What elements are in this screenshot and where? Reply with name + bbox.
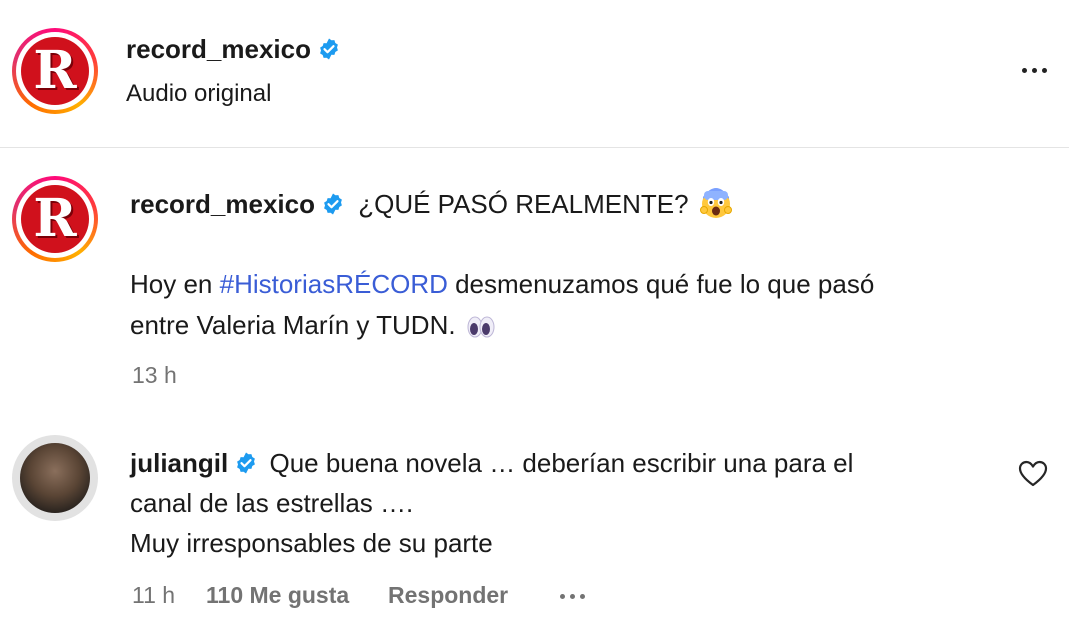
caption-avatar[interactable]: R [12,176,98,262]
comment-likes-count[interactable]: 110 Me gusta [206,582,349,609]
commenter-photo [20,443,90,513]
caption-title-row: record_mexico ¿QUÉ PASÓ REALMENTE? [130,184,733,225]
caption-line-1: Hoy en #HistoriasRÉCORD desmenuzamos qué… [130,264,874,305]
verified-badge-icon [324,193,342,215]
eyes-emoji [467,316,495,338]
verified-badge-icon [237,452,256,474]
more-horizontal-icon [560,593,565,599]
header-username-row: record_mexico [126,34,341,65]
screaming-face-emoji [699,188,732,218]
more-dot [570,593,575,599]
heart-icon[interactable] [1018,460,1048,488]
caption-line-2: entre Valeria Marín y TUDN. [130,305,496,346]
caption-text-before: Hoy en [130,269,220,299]
commenter-avatar[interactable] [12,435,98,521]
reply-button[interactable]: Responder [388,582,508,609]
caption-text-after: desmenuzamos qué fue lo que pasó [447,269,875,299]
record-logo-letter: R [33,188,77,249]
comment-timestamp[interactable]: 11 h [132,582,175,609]
caption-text-line2: entre Valeria Marín y TUDN. [130,310,456,340]
header-avatar[interactable]: R [12,28,98,114]
comment-line-1: juliangil Que buena novela … deberían es… [130,443,853,484]
more-horizontal-icon [1021,67,1027,73]
more-dot [1031,67,1037,73]
caption-username[interactable]: record_mexico [130,189,315,219]
record-logo-letter: R [33,40,77,101]
hashtag-link[interactable]: #HistoriasRÉCORD [220,269,448,299]
more-dot [1041,67,1047,73]
more-dot [580,593,585,599]
caption-title: ¿QUÉ PASÓ REALMENTE? [358,189,689,219]
more-options-button[interactable] [1014,58,1054,82]
record-logo: R [21,37,89,105]
header-username[interactable]: record_mexico [126,34,311,64]
record-logo: R [21,185,89,253]
caption-timestamp[interactable]: 13 h [132,362,177,389]
comment-text-line3: Muy irresponsables de su parte [130,528,493,558]
header-divider [0,147,1069,148]
commenter-username[interactable]: juliangil [130,448,228,478]
comment-text-line2: canal de las estrellas …. [130,488,414,518]
audio-label[interactable]: Audio original [126,80,271,108]
verified-badge-icon [320,38,338,60]
comment-more-button[interactable] [560,590,600,602]
comment-text-line1: Que buena novela … deberían escribir una… [269,448,854,478]
